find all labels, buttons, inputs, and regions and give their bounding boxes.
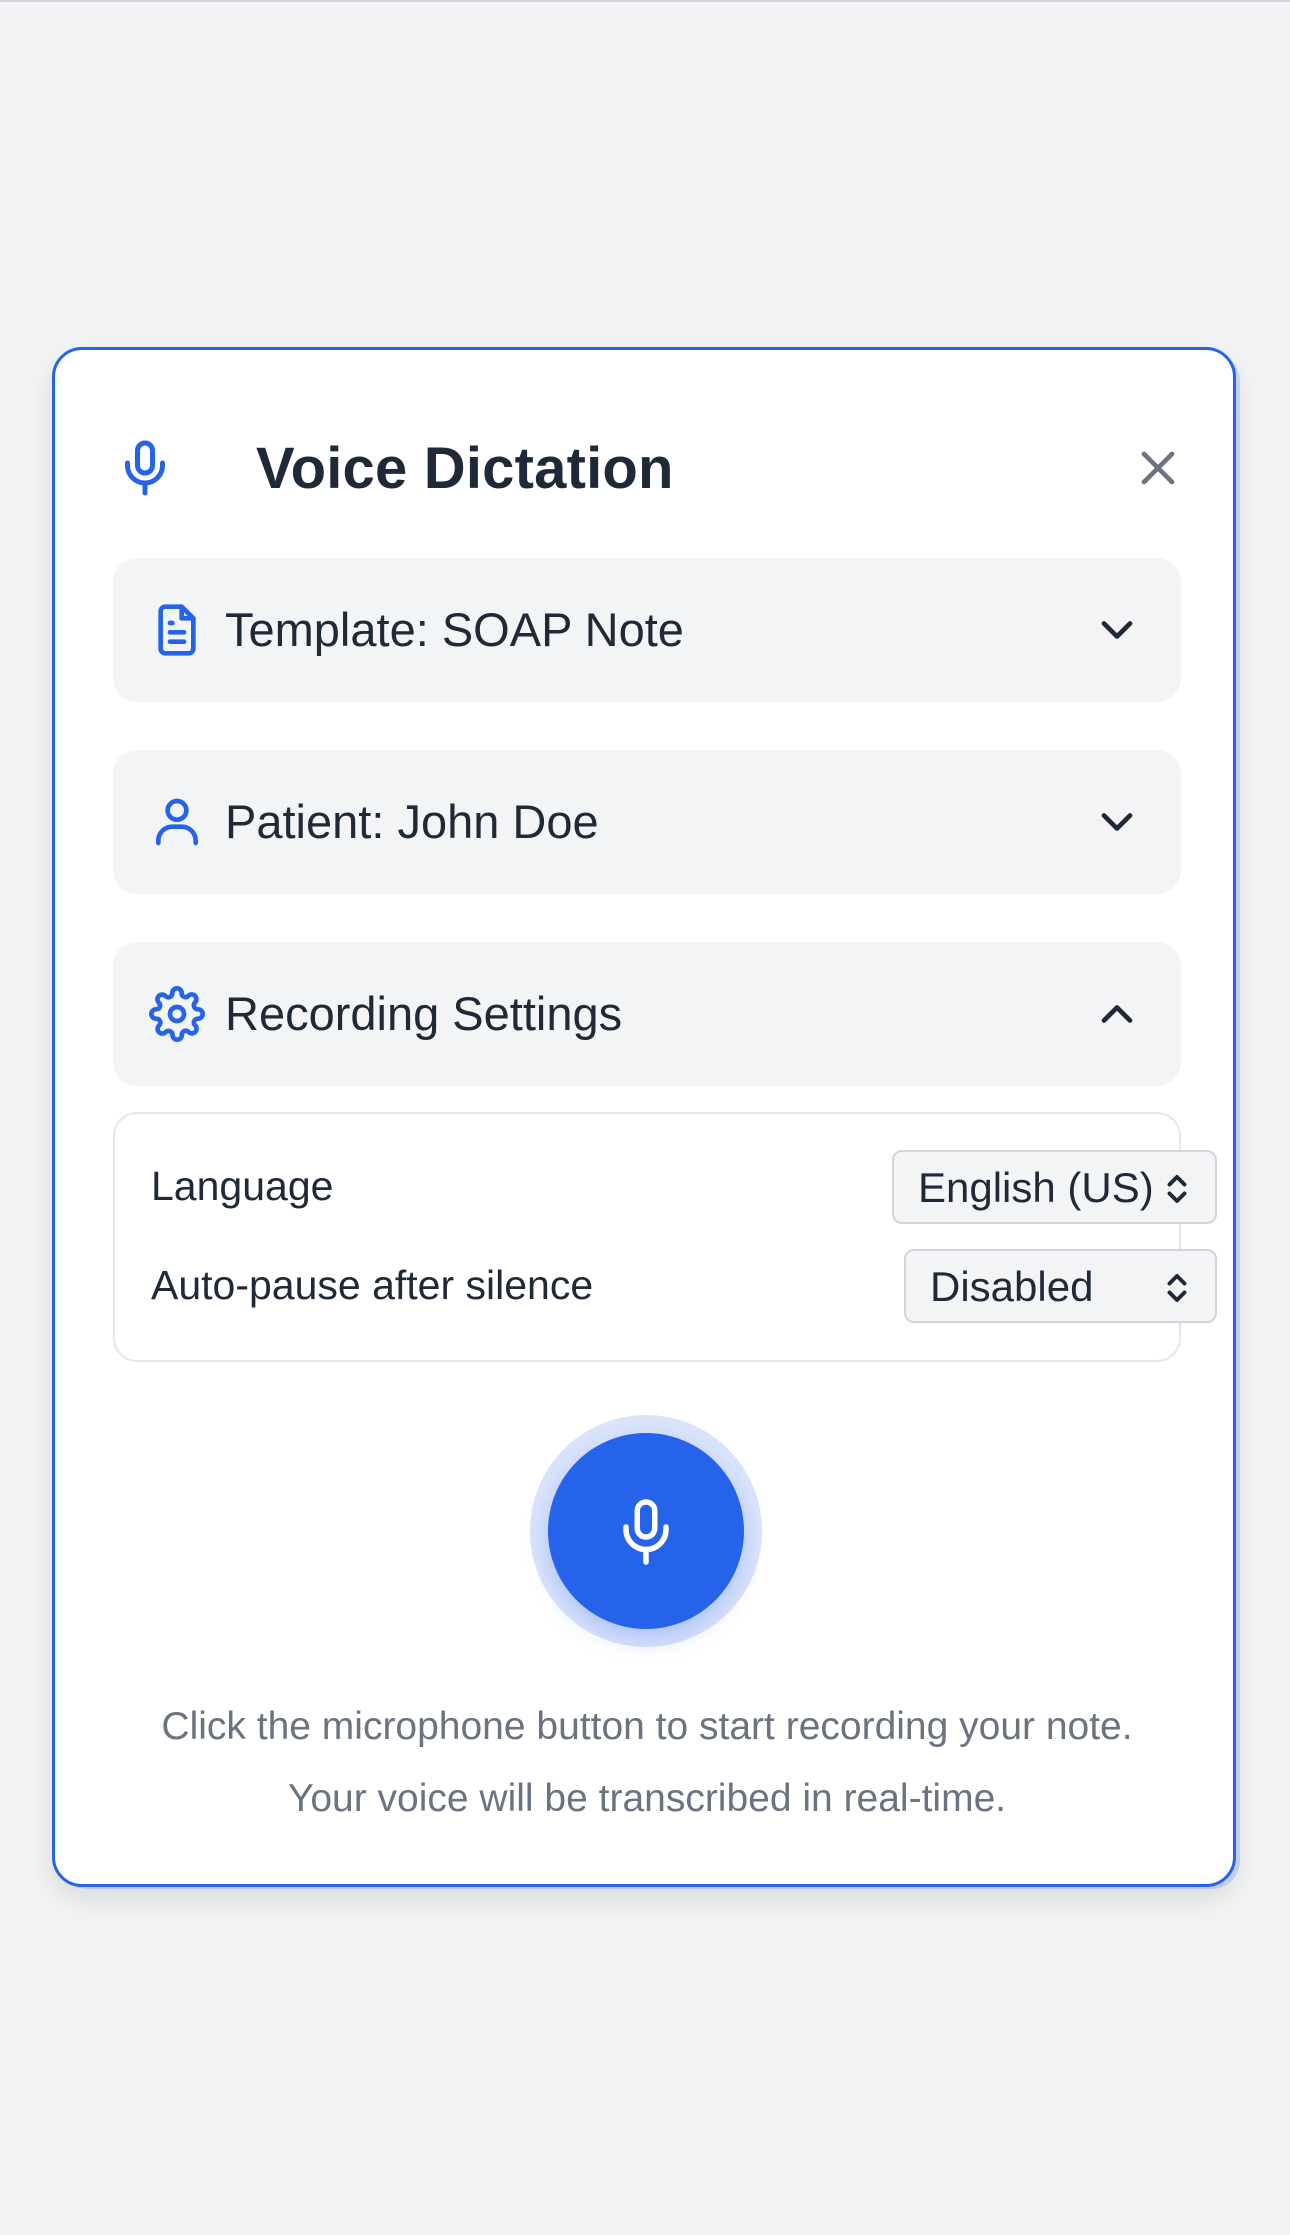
select-updown-icon xyxy=(1159,1269,1195,1307)
auto-pause-label: Auto-pause after silence xyxy=(151,1262,594,1308)
chevron-down-icon xyxy=(1091,796,1143,848)
recording-settings-panel: Language English (US) Auto-pause after s… xyxy=(113,1112,1217,1362)
record-button-halo xyxy=(530,1415,762,1647)
template-label: Template: SOAP Note xyxy=(225,603,684,656)
gear-icon xyxy=(149,986,205,1042)
user-icon xyxy=(149,794,205,850)
template-accordion[interactable]: Template: SOAP Note xyxy=(113,558,1181,702)
dialog-title: Voice Dictation xyxy=(256,436,674,501)
auto-pause-select[interactable]: Disabled xyxy=(904,1249,1217,1323)
close-icon xyxy=(1141,451,1175,485)
instruction-text-line-1: Click the microphone button to start rec… xyxy=(161,1705,1133,1748)
chevron-down-icon xyxy=(1091,604,1143,656)
top-divider xyxy=(0,0,1290,2)
recording-settings-label: Recording Settings xyxy=(225,987,623,1040)
microphone-icon xyxy=(623,1499,669,1565)
auto-pause-select-value: Disabled xyxy=(930,1263,1094,1310)
voice-dictation-dialog: Voice Dictation Template: SOAP Note Pati… xyxy=(52,347,1236,1887)
record-button[interactable] xyxy=(548,1433,744,1629)
close-button[interactable] xyxy=(1130,440,1186,496)
patient-label: Patient: John Doe xyxy=(225,795,599,848)
recording-settings-accordion[interactable]: Recording Settings xyxy=(113,942,1181,1086)
chevron-up-icon xyxy=(1091,988,1143,1040)
language-select-value: English (US) xyxy=(918,1164,1154,1211)
microphone-icon xyxy=(115,438,175,498)
language-label: Language xyxy=(151,1163,334,1209)
instruction-text-line-2: Your voice will be transcribed in real-t… xyxy=(287,1777,1007,1820)
select-updown-icon xyxy=(1159,1170,1195,1208)
dialog-header: Voice Dictation xyxy=(115,428,1175,508)
language-select[interactable]: English (US) xyxy=(892,1150,1217,1224)
patient-accordion[interactable]: Patient: John Doe xyxy=(113,750,1181,894)
document-icon xyxy=(149,602,205,658)
